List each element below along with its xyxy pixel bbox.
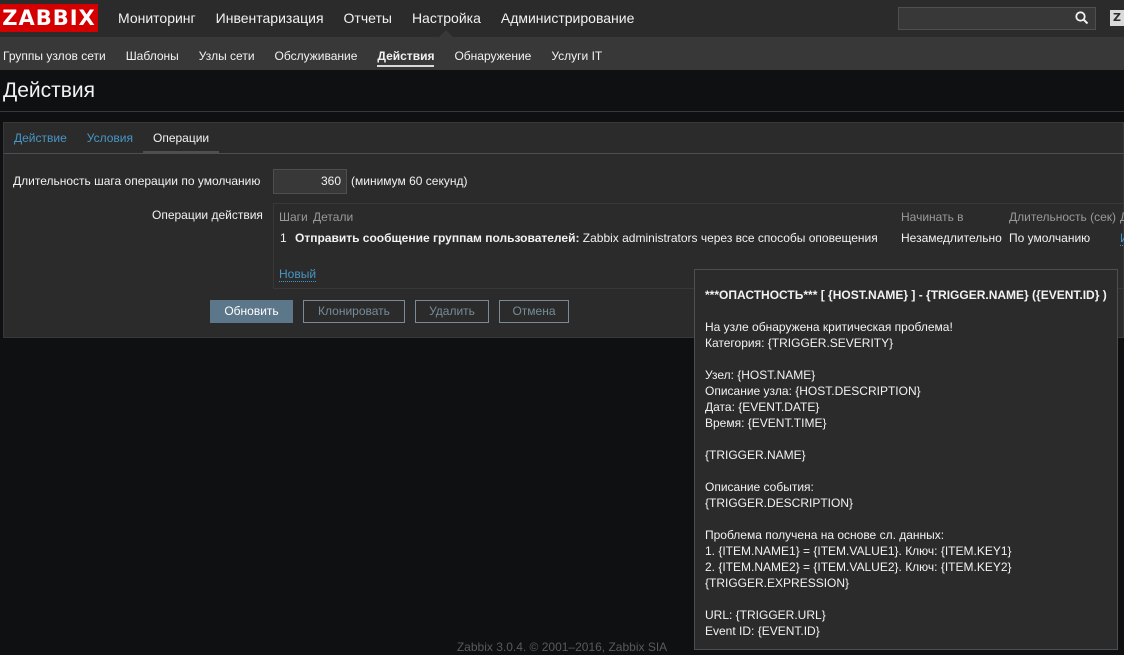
tooltip-line: Дата: {EVENT.DATE}	[705, 400, 820, 414]
clone-button[interactable]: Клонировать	[303, 300, 405, 323]
column-header-steps: Шаги	[279, 210, 308, 224]
operation-details-text: Zabbix administrators через все способы …	[582, 231, 878, 245]
cancel-button[interactable]: Отмена	[499, 300, 569, 323]
tabs: Действие Условия Операции	[4, 123, 220, 153]
zabbix-logo[interactable]: ZABBIX	[0, 4, 98, 32]
tooltip-line	[705, 431, 1107, 447]
submenu-item-maintenance[interactable]: Обслуживание	[265, 37, 368, 70]
operations-label: Операции действия	[152, 208, 263, 222]
tooltip-line	[705, 591, 1107, 607]
top-navigation-bar: ZABBIX Мониторинг Инвентаризация Отчеты …	[0, 0, 1124, 37]
tooltip-line	[705, 511, 1107, 527]
menu-item-monitoring[interactable]: Мониторинг	[108, 0, 206, 37]
submenu-item-actions[interactable]: Действия	[367, 37, 444, 70]
operation-edit-link[interactable]: И	[1120, 231, 1124, 246]
submenu-item-it-services[interactable]: Услуги IT	[541, 37, 612, 70]
update-button[interactable]: Обновить	[210, 300, 293, 323]
tooltip-line: URL: {TRIGGER.URL}	[705, 608, 826, 622]
tooltip-line: Event ID: {EVENT.ID}	[705, 624, 820, 638]
tooltip-line: {TRIGGER.NAME}	[705, 448, 806, 462]
tooltip-subject: ***ОПАСТНОСТЬ*** [ {HOST.NAME} ] - {TRIG…	[705, 288, 1107, 302]
column-header-details: Детали	[313, 210, 354, 224]
tooltip-line: {TRIGGER.DESCRIPTION}	[705, 496, 854, 510]
main-menu: Мониторинг Инвентаризация Отчеты Настрой…	[108, 0, 644, 37]
tabs-divider	[4, 153, 1124, 154]
column-header-action: Д	[1120, 210, 1124, 224]
tab-action[interactable]: Действие	[4, 123, 77, 153]
tooltip-line: Описание события:	[705, 480, 814, 494]
tooltip-line: Время: {EVENT.TIME}	[705, 416, 827, 430]
tooltip-line: На узле обнаружена критическая проблема!	[705, 320, 953, 334]
tooltip-line: Описание узла: {HOST.DESCRIPTION}	[705, 384, 921, 398]
delete-button[interactable]: Удалить	[415, 300, 489, 323]
operation-duration: По умолчанию	[1009, 231, 1091, 245]
operation-edit-link-text[interactable]: И	[1120, 231, 1124, 246]
operation-step: 1	[280, 231, 287, 245]
divider	[0, 111, 1124, 112]
message-template-tooltip: ***ОПАСТНОСТЬ*** [ {HOST.NAME} ] - {TRIG…	[694, 269, 1118, 650]
tooltip-line: Проблема получена на основе сл. данных:	[705, 528, 945, 542]
submenu-item-templates[interactable]: Шаблоны	[116, 37, 189, 70]
submenu-item-hosts[interactable]: Узлы сети	[189, 37, 265, 70]
new-operation-link[interactable]: Новый	[279, 267, 317, 282]
tooltip-line	[705, 303, 1107, 319]
operation-details-type: Отправить сообщение группам пользователе…	[295, 231, 580, 245]
search-input[interactable]	[898, 7, 1096, 30]
tab-operations[interactable]: Операции	[142, 123, 220, 153]
page-title: Действия	[3, 79, 96, 102]
help-icon[interactable]: Z	[1110, 10, 1124, 26]
menu-item-inventory[interactable]: Инвентаризация	[206, 0, 334, 37]
sub-menu: Группы узлов сети Шаблоны Узлы сети Обсл…	[0, 37, 1124, 70]
tab-conditions[interactable]: Условия	[77, 123, 143, 153]
operation-start-in: Незамедлительно	[901, 231, 1002, 245]
menu-item-administration[interactable]: Администрирование	[491, 0, 645, 37]
tooltip-line: 1. {ITEM.NAME1} = {ITEM.VALUE1}. Ключ: {…	[705, 544, 1012, 558]
tooltip-line	[705, 351, 1107, 367]
tooltip-line: {TRIGGER.EXPRESSION}	[705, 576, 850, 590]
menu-item-reports[interactable]: Отчеты	[334, 0, 402, 37]
search-icon[interactable]	[1074, 10, 1090, 26]
step-duration-label: Длительность шага операции по умолчанию	[13, 174, 261, 188]
operation-details: Отправить сообщение группам пользователе…	[295, 231, 878, 245]
submenu-item-discovery[interactable]: Обнаружение	[444, 37, 541, 70]
new-operation-link-text[interactable]: Новый	[279, 267, 317, 282]
step-duration-hint: (минимум 60 секунд)	[351, 174, 468, 188]
step-duration-input[interactable]: 360	[273, 169, 347, 194]
column-header-start-in: Начинать в	[901, 210, 964, 224]
tooltip-line: Узел: {HOST.NAME}	[705, 368, 816, 382]
tooltip-line	[705, 463, 1107, 479]
tooltip-line: Категория: {TRIGGER.SEVERITY}	[705, 336, 894, 350]
tooltip-line: 2. {ITEM.NAME2} = {ITEM.VALUE2}. Ключ: {…	[705, 560, 1012, 574]
menu-item-configuration[interactable]: Настройка	[402, 0, 491, 37]
column-header-duration: Длительность (сек)	[1009, 210, 1117, 224]
submenu-item-actions-label: Действия	[377, 49, 435, 67]
submenu-item-host-groups[interactable]: Группы узлов сети	[0, 37, 116, 70]
